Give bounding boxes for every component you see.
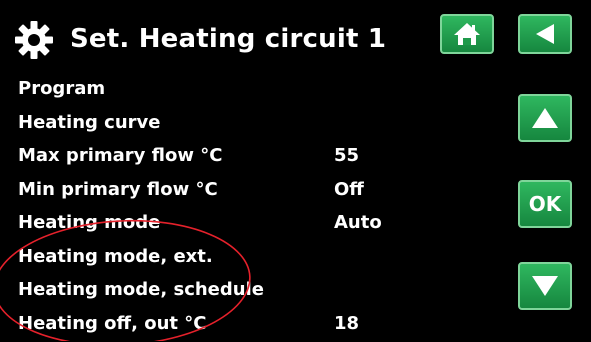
up-arrow-icon [530, 106, 560, 130]
menu-item-heating-mode[interactable]: Heating mode Auto [18, 208, 398, 242]
menu-item-label: Max primary flow °C [18, 145, 222, 166]
page-title: Set. Heating circuit 1 [70, 24, 386, 54]
menu-item-heating-curve[interactable]: Heating curve [18, 108, 398, 142]
settings-menu: Program Heating curve Max primary flow °… [18, 74, 398, 342]
menu-item-label: Heating mode, schedule [18, 279, 264, 300]
menu-item-label: Program [18, 78, 105, 99]
scroll-down-button[interactable] [518, 262, 572, 310]
menu-item-label: Heating mode, ext. [18, 246, 213, 267]
home-icon [452, 21, 482, 47]
menu-item-value: 55 [334, 145, 359, 166]
menu-item-label: Heating mode [18, 212, 160, 233]
menu-item-min-primary-flow[interactable]: Min primary flow °C Off [18, 175, 398, 209]
menu-item-program[interactable]: Program [18, 74, 398, 108]
header-bar: Set. Heating circuit 1 [0, 0, 591, 70]
scroll-up-button[interactable] [518, 94, 572, 142]
ok-button[interactable]: OK [518, 180, 572, 228]
menu-item-value: Auto [334, 212, 382, 233]
menu-item-label: Min primary flow °C [18, 179, 218, 200]
menu-item-max-primary-flow[interactable]: Max primary flow °C 55 [18, 141, 398, 175]
menu-item-label: Heating curve [18, 112, 160, 133]
back-arrow-icon [534, 22, 556, 46]
menu-item-heating-mode-schedule[interactable]: Heating mode, schedule [18, 275, 398, 309]
menu-item-label: Heating off, out °C [18, 313, 206, 334]
menu-item-heating-off-out[interactable]: Heating off, out °C 18 [18, 309, 398, 342]
back-button[interactable] [518, 14, 572, 54]
menu-item-value: Off [334, 179, 364, 200]
menu-item-heating-mode-ext[interactable]: Heating mode, ext. [18, 242, 398, 276]
home-button[interactable] [440, 14, 494, 54]
down-arrow-icon [530, 274, 560, 298]
menu-item-value: 18 [334, 313, 359, 334]
gear-icon [14, 20, 54, 60]
